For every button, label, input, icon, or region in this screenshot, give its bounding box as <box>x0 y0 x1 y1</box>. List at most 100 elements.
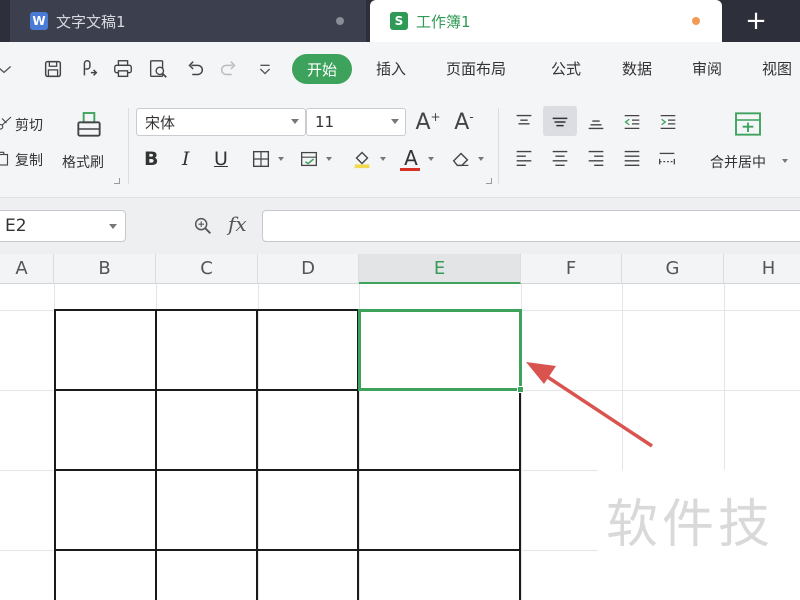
copy-button[interactable]: 复制 <box>15 150 43 170</box>
font-name-select[interactable]: 宋体 <box>136 108 306 136</box>
tab-page-layout[interactable]: 页面布局 <box>446 58 506 79</box>
format-painter-icon[interactable] <box>72 108 106 142</box>
watermark-text: 软件技 <box>606 495 775 555</box>
format-painter-button[interactable]: 格式刷 <box>62 152 104 172</box>
spreadsheet-icon: S <box>390 12 408 30</box>
column-header-f[interactable]: F <box>521 254 622 284</box>
name-box[interactable]: E2 <box>0 210 126 242</box>
selected-cell-e2[interactable] <box>358 309 522 391</box>
align-top-icon[interactable] <box>512 110 536 134</box>
chevron-down-icon <box>391 119 399 124</box>
tab-home[interactable]: 开始 <box>292 54 352 84</box>
justify-icon[interactable] <box>620 146 644 170</box>
font-name-value: 宋体 <box>145 113 176 132</box>
decrease-indent-icon[interactable] <box>620 110 644 134</box>
tab-title: 文字文稿1 <box>56 12 126 31</box>
print-preview-icon[interactable] <box>145 56 171 82</box>
customize-toolbar-icon[interactable] <box>252 56 278 82</box>
cell-border <box>54 549 521 551</box>
chevron-down-icon[interactable] <box>478 157 484 161</box>
tab-formulas[interactable]: 公式 <box>551 58 581 79</box>
cell-border <box>256 309 258 600</box>
chevron-down-icon <box>291 119 299 124</box>
tab-insert[interactable]: 插入 <box>376 58 406 79</box>
tab-data[interactable]: 数据 <box>622 58 652 79</box>
align-center-icon[interactable] <box>548 146 572 170</box>
cell-border <box>54 469 521 471</box>
increase-font-size-button[interactable]: A + <box>414 108 442 136</box>
zoom-search-icon[interactable] <box>190 212 216 240</box>
undo-icon[interactable] <box>182 56 208 82</box>
clipboard-dialog-launcher[interactable] <box>114 178 120 184</box>
decrease-font-size-button[interactable]: A- <box>450 108 478 136</box>
column-header-d[interactable]: D <box>258 254 359 284</box>
redo-icon[interactable] <box>216 56 242 82</box>
merge-center-icon[interactable] <box>730 106 766 142</box>
cut-button[interactable]: 剪切 <box>15 115 43 135</box>
cell-border <box>155 309 157 600</box>
chevron-down-icon[interactable] <box>0 56 14 82</box>
chevron-down-icon <box>109 224 117 229</box>
scissors-icon[interactable] <box>0 112 14 134</box>
italic-button[interactable]: I <box>182 148 190 170</box>
copy-icon[interactable] <box>0 148 12 170</box>
tab-title: 工作簿1 <box>416 12 471 31</box>
font-size-value: 11 <box>315 113 335 131</box>
column-header-h[interactable]: H <box>724 254 800 284</box>
formula-input[interactable] <box>262 210 800 242</box>
column-header-g[interactable]: G <box>622 254 724 284</box>
chevron-down-icon[interactable] <box>428 157 434 161</box>
distributed-align-icon[interactable] <box>654 146 680 170</box>
underline-button[interactable]: U <box>214 148 228 170</box>
chevron-down-icon[interactable] <box>326 157 332 161</box>
align-left-icon[interactable] <box>512 146 536 170</box>
merge-center-button[interactable]: 合并居中 <box>710 152 766 172</box>
menu-bar: 开始 插入 页面布局 公式 数据 审阅 视图 <box>0 42 800 98</box>
ribbon-separator <box>498 108 499 184</box>
shrink-font-label: A <box>454 109 470 135</box>
grow-font-label: A <box>415 109 431 135</box>
tab-review[interactable]: 审阅 <box>692 58 722 79</box>
font-color-letter: A <box>404 146 418 170</box>
name-box-value: E2 <box>5 216 27 236</box>
cell-border <box>54 309 56 600</box>
save-icon[interactable] <box>40 56 66 82</box>
insert-function-button[interactable]: fx <box>228 212 247 236</box>
align-middle-icon[interactable] <box>548 110 572 134</box>
font-color-swatch <box>400 168 420 171</box>
new-tab-button[interactable]: + <box>726 0 786 42</box>
align-right-icon[interactable] <box>584 146 608 170</box>
eraser-icon[interactable] <box>448 146 474 172</box>
tab-writer-document[interactable]: W 文字文稿1 <box>10 0 366 42</box>
close-dot-icon[interactable] <box>336 17 344 25</box>
tab-spreadsheet-workbook[interactable]: S 工作簿1 <box>370 0 722 42</box>
export-icon[interactable] <box>76 56 102 82</box>
column-header-e[interactable]: E <box>359 254 521 284</box>
ribbon-separator <box>128 108 129 184</box>
print-icon[interactable] <box>110 56 136 82</box>
gridline <box>258 284 259 600</box>
fill-handle[interactable] <box>517 386 524 393</box>
ribbon-home: 剪切 复制 格式刷 宋体 11 A + A- B I U A 合并居中 <box>0 98 800 198</box>
font-dialog-launcher[interactable] <box>486 178 492 184</box>
column-header-c[interactable]: C <box>156 254 258 284</box>
column-header-b[interactable]: B <box>54 254 156 284</box>
column-header-a[interactable]: A <box>0 254 54 284</box>
borders-icon[interactable] <box>248 146 274 172</box>
bold-button[interactable]: B <box>144 148 158 170</box>
chevron-down-icon[interactable] <box>278 157 284 161</box>
chevron-down-icon[interactable] <box>782 159 788 163</box>
fill-color-icon[interactable] <box>348 144 376 172</box>
formula-bar: E2 fx <box>0 198 800 254</box>
align-bottom-icon[interactable] <box>584 110 608 134</box>
tab-view[interactable]: 视图 <box>762 58 792 79</box>
writer-doc-icon: W <box>30 12 48 30</box>
unsaved-dot-icon[interactable] <box>692 17 700 25</box>
chevron-down-icon[interactable] <box>380 157 386 161</box>
plus-icon: + <box>430 110 441 124</box>
font-size-select[interactable]: 11 <box>306 108 406 136</box>
minus-icon: - <box>469 110 474 124</box>
cell-style-icon[interactable] <box>296 146 322 172</box>
increase-indent-icon[interactable] <box>656 110 680 134</box>
window-tab-bar: W 文字文稿1 S 工作簿1 + <box>0 0 800 42</box>
